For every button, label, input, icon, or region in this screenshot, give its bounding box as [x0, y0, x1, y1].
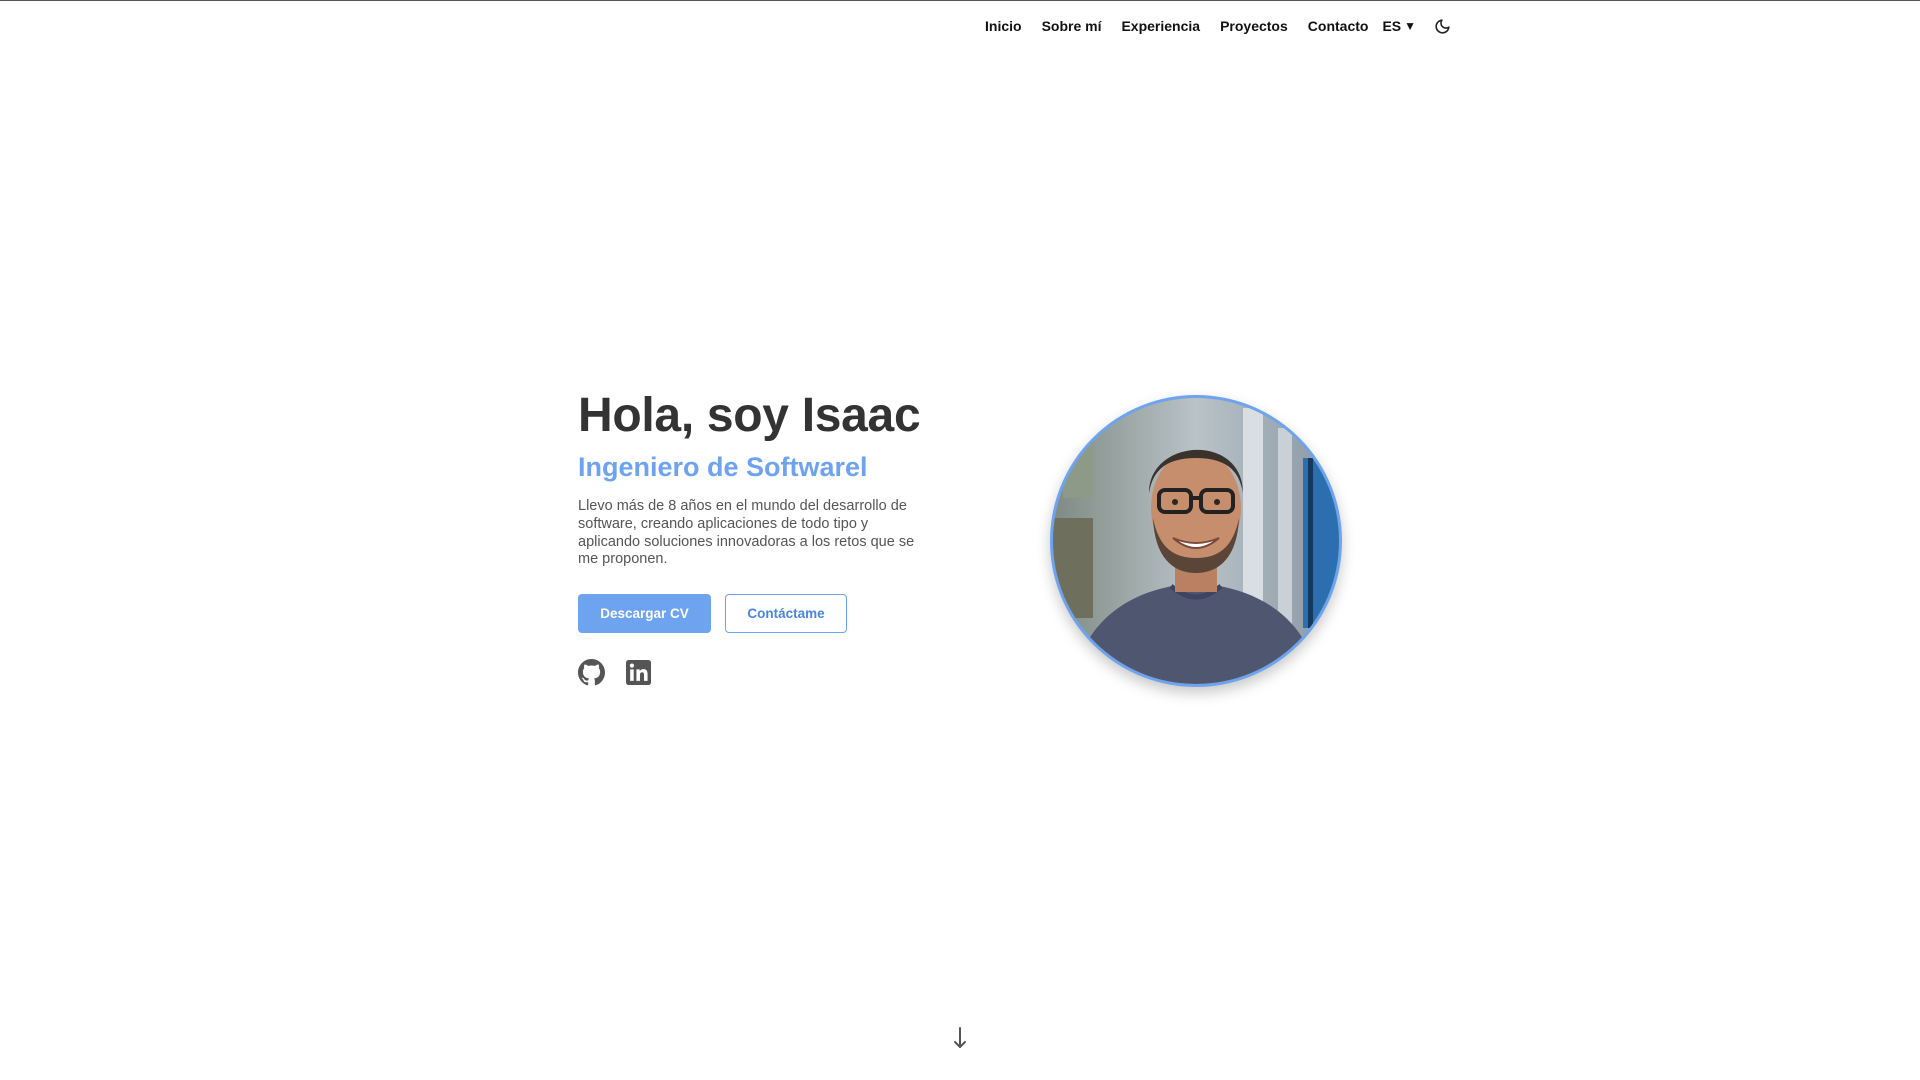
nav-link-contacto[interactable]: Contacto: [1308, 18, 1369, 34]
profile-portrait: [1053, 398, 1339, 684]
social-links: [578, 659, 938, 686]
profile-photo: [1050, 395, 1342, 687]
contact-button[interactable]: Contáctame: [725, 594, 847, 634]
theme-toggle-button[interactable]: [1432, 16, 1452, 36]
moon-icon: [1434, 18, 1450, 34]
arrow-down-icon: [954, 1027, 966, 1048]
github-icon: [578, 659, 605, 686]
nav-link-inicio[interactable]: Inicio: [985, 18, 1022, 34]
linkedin-icon: [626, 660, 651, 686]
language-label: ES: [1382, 18, 1402, 34]
nav-link-sobre-mi[interactable]: Sobre mí: [1042, 18, 1102, 34]
nav-link-proyectos[interactable]: Proyectos: [1220, 18, 1288, 34]
linkedin-link[interactable]: [625, 659, 652, 686]
scroll-down-button[interactable]: [950, 1024, 970, 1052]
hero-description: Llevo más de 8 años en el mundo del desa…: [578, 498, 915, 568]
top-border: [0, 0, 1920, 1]
hero-section: Hola, soy Isaac Ingeniero de Softwarel L…: [578, 388, 938, 686]
language-selector[interactable]: ES ▼: [1382, 18, 1416, 34]
download-cv-button[interactable]: Descargar CV: [578, 594, 711, 634]
main-nav: Inicio Sobre mí Experiencia Proyectos Co…: [985, 14, 1452, 38]
caret-down-icon: ▼: [1404, 19, 1417, 33]
nav-link-experiencia[interactable]: Experiencia: [1121, 18, 1200, 34]
hero-buttons: Descargar CV Contáctame: [578, 594, 938, 634]
github-link[interactable]: [578, 659, 605, 686]
hero-title: Hola, soy Isaac: [578, 389, 921, 442]
hero-subtitle: Ingeniero de Softwarel: [578, 452, 868, 482]
